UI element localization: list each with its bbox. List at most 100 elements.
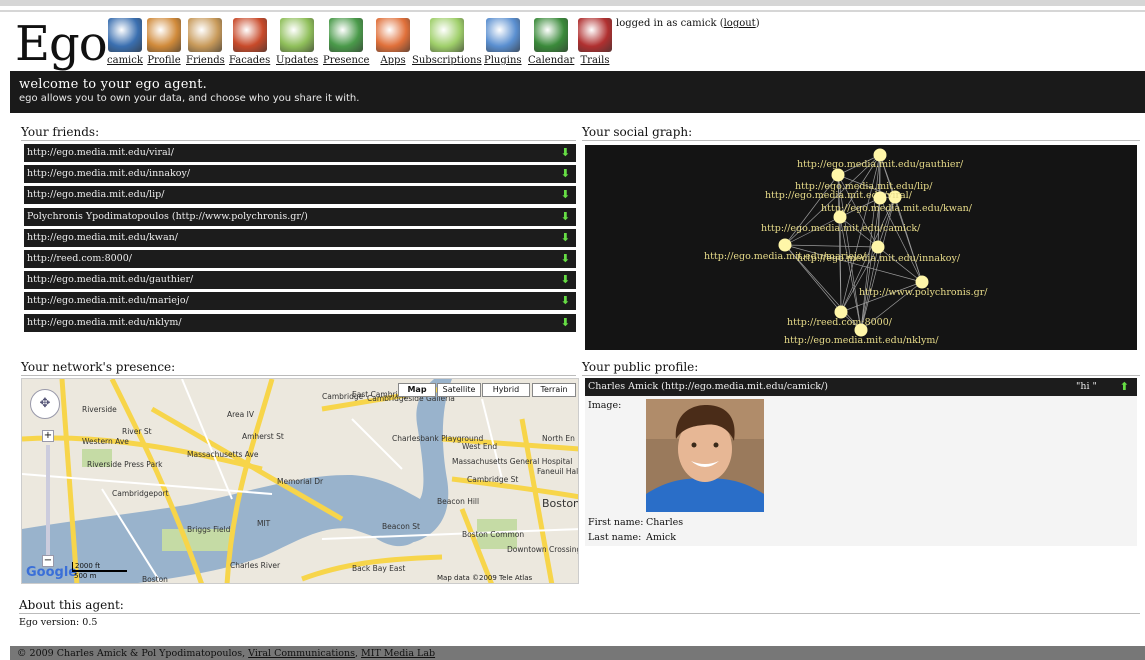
profile-up-arrow-icon[interactable]: ⬆ [1120,380,1129,393]
map-place-label: Boston Common [462,530,524,539]
map-place-label: Riverside Press Park [87,460,163,469]
friend-row[interactable]: http://ego.media.mit.edu/lip/ ⬇ [24,186,576,205]
nav-label[interactable]: Facades [229,55,270,66]
viral-communications-link[interactable]: Viral Communications [248,648,355,659]
ego-logo[interactable]: Ego [15,16,108,72]
graph-rule [582,140,1140,141]
graph-node[interactable] [833,210,847,224]
expand-down-arrow-icon[interactable]: ⬇ [561,231,570,244]
nav-label[interactable]: Updates [276,55,318,66]
map-pin-icon[interactable] [578,18,612,52]
nav-label[interactable]: Calendar [528,55,574,66]
friend-url: http://ego.media.mit.edu/kwan/ [27,231,178,243]
graph-node[interactable] [871,240,885,254]
nav-label[interactable]: Friends [186,55,225,66]
friend-row[interactable]: http://ego.media.mit.edu/mariejo/ ⬇ [24,292,576,311]
map-scale-ft: 2000 ft [72,562,127,572]
expand-down-arrow-icon[interactable]: ⬇ [561,273,570,286]
map-type-satellite[interactable]: Satellite [437,383,481,397]
google-logo[interactable]: Google [26,565,77,580]
nav-subscriptions[interactable]: Subscriptions [412,18,482,66]
friend-url: http://ego.media.mit.edu/mariejo/ [27,295,189,307]
person-icon[interactable] [147,18,181,52]
friend-url: http://reed.com:8000/ [27,252,132,264]
presence-map[interactable]: Riverside Cambridge Area IV East Cambridge C… [21,378,579,584]
nav-facades[interactable]: Facades [229,18,270,66]
cubes-icon[interactable] [376,18,410,52]
nav-apps[interactable]: Apps [376,18,410,66]
puzzle-blocks-icon[interactable] [485,18,520,52]
friend-row[interactable]: http://ego.media.mit.edu/kwan/ ⬇ [24,228,576,247]
map-zoom-in-button[interactable]: + [42,430,54,442]
map-place-label: Downtown Crossing [507,545,579,554]
friend-row[interactable]: http://ego.media.mit.edu/nklym/ ⬇ [24,313,576,332]
friend-row[interactable]: http://ego.media.mit.edu/gauthier/ ⬇ [24,271,576,290]
friend-row[interactable]: http://ego.media.mit.edu/innakoy/ ⬇ [24,165,576,184]
nav-camick[interactable]: camick [107,18,143,66]
graph-node[interactable] [778,238,792,252]
map-place-label: Memorial Dr [277,477,324,486]
footer: © 2009 Charles Amick & Pol Ypodimatopoul… [10,646,1145,660]
ego-version: Ego version: 0.5 [19,617,97,628]
pencil-notepad-icon[interactable] [280,18,315,52]
calendar-icon[interactable] [534,18,569,52]
facades-grid-icon[interactable] [232,18,267,52]
newsletter-icon[interactable] [429,18,464,52]
nav-updates[interactable]: Updates [276,18,318,66]
image-label: Image: [588,400,622,411]
friend-row[interactable]: http://ego.media.mit.edu/viral/ ⬇ [24,144,576,162]
about-rule [19,613,1140,614]
social-graph-canvas[interactable]: http://ego.media.mit.edu/gauthier/http:/… [585,145,1137,350]
nav-label[interactable]: Profile [147,55,180,66]
nav-profile[interactable]: Profile [147,18,181,66]
login-suffix: ) [755,18,760,29]
map-type-terrain[interactable]: Terrain [532,383,576,397]
nav-label[interactable]: Plugins [484,55,522,66]
map-type-map[interactable]: Map [398,383,436,397]
nav-calendar[interactable]: Calendar [528,18,574,66]
expand-down-arrow-icon[interactable]: ⬇ [561,167,570,180]
map-place-label: Western Ave [82,437,129,446]
nav-friends[interactable]: Friends [186,18,225,66]
friend-row[interactable]: http://reed.com:8000/ ⬇ [24,249,576,268]
map-place-label: Boston [542,497,579,510]
graph-node-label: http://ego.media.mit.edu/viral/ [765,190,913,201]
nav-label[interactable]: camick [107,55,143,66]
profile-heading: Your public profile: [582,360,699,374]
public-profile: Charles Amick (http://ego.media.mit.edu/… [585,378,1137,546]
graph-node-label: http://ego.media.mit.edu/innakoy/ [797,253,961,264]
graph-node[interactable] [831,168,845,182]
map-zoom-slider[interactable] [46,445,50,555]
logout-link[interactable]: logout [724,18,756,29]
nav-label[interactable]: Presence [323,55,369,66]
social-graph[interactable]: http://ego.media.mit.edu/gauthier/http:/… [585,145,1137,350]
nav-label[interactable]: Subscriptions [412,55,482,66]
map-pan-control[interactable]: ✥ [30,389,60,419]
map-place-label: Boston [142,575,168,584]
signal-capsule-icon[interactable] [329,18,364,52]
map-attribution: Map data ©2009 Tele Atlas [437,574,533,582]
friend-row[interactable]: Polychronis Ypodimatopoulos (http://www.… [24,207,576,226]
friend-url: http://ego.media.mit.edu/nklym/ [27,316,182,328]
nav-label[interactable]: Trails [581,55,610,66]
friends-rule [21,140,576,141]
first-name-value: Charles [646,517,684,528]
nav-presence[interactable]: Presence [323,18,369,66]
expand-down-arrow-icon[interactable]: ⬇ [561,146,570,159]
nav-plugins[interactable]: Plugins [484,18,522,66]
map-type-hybrid[interactable]: Hybrid [482,383,530,397]
nav-trails[interactable]: Trails [578,18,612,66]
expand-down-arrow-icon[interactable]: ⬇ [561,210,570,223]
expand-down-arrow-icon[interactable]: ⬇ [561,188,570,201]
people-icon[interactable] [188,18,223,52]
nav-label[interactable]: Apps [380,55,405,66]
map-canvas[interactable]: RiversideCambridgeArea IVEast CambridgeC… [22,379,579,584]
expand-down-arrow-icon[interactable]: ⬇ [561,252,570,265]
user-avatar-icon[interactable] [107,18,142,52]
media-lab-link[interactable]: MIT Media Lab [361,648,435,659]
profile-header-bar[interactable]: Charles Amick (http://ego.media.mit.edu/… [585,378,1137,396]
expand-down-arrow-icon[interactable]: ⬇ [561,294,570,307]
map-place-label: Area IV [227,410,255,419]
expand-down-arrow-icon[interactable]: ⬇ [561,316,570,329]
friend-url: http://ego.media.mit.edu/viral/ [27,147,174,158]
